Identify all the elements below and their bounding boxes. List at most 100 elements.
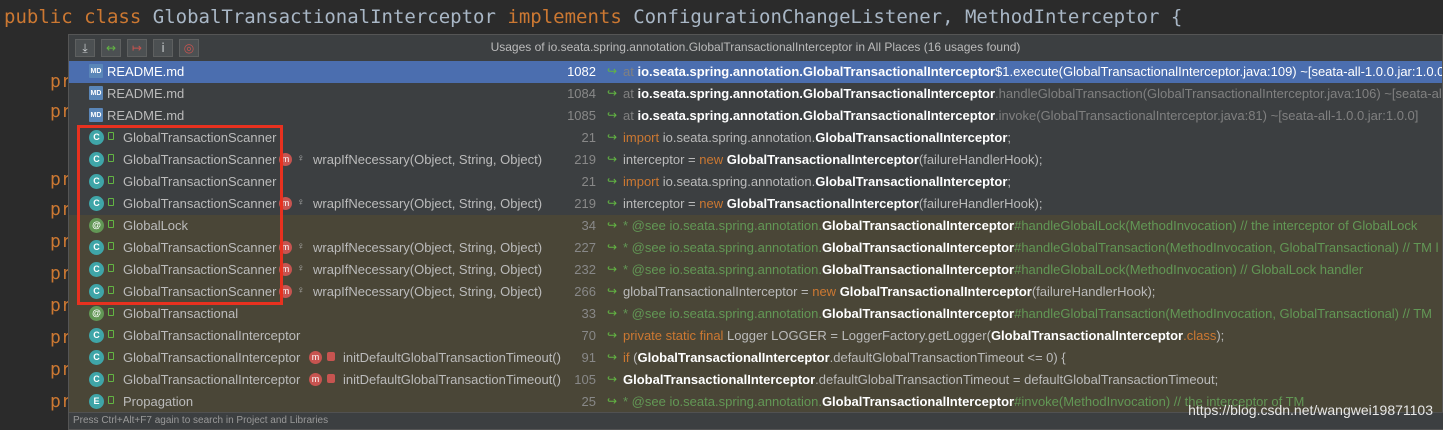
snippet-fragment: GlobalTransactionalInterceptor (821, 218, 1015, 233)
class-name: GlobalTransactionalInterceptor (152, 6, 496, 28)
usages-popup[interactable]: ⤓ ↔ ↦ i ◎ Usages of io.seata.spring.annotati… (68, 34, 1443, 430)
usage-row[interactable]: C GlobalTransactionScanner m ♀ wrapIfNecessa… (69, 281, 1442, 303)
snippet-fragment: ; (1007, 174, 1012, 189)
method-icon: m (279, 241, 292, 254)
usage-file-name: GlobalTransactionScanner (123, 196, 277, 211)
snippet-fragment: at (623, 86, 638, 101)
usage-file-name: GlobalTransactionScanner (123, 240, 277, 255)
usage-row[interactable]: C GlobalTransactionScanner m ♀ wrapIfNecessa… (69, 237, 1442, 259)
usage-code-snippet: * @see io.seata.spring.annotation.Global… (623, 306, 1442, 321)
public-access-icon (108, 330, 114, 338)
method-icon: m (279, 153, 292, 166)
snippet-fragment: GlobalTransactionalInterceptor (990, 328, 1184, 343)
snippet-fragment: .class (1183, 328, 1217, 343)
interfaces-list: ConfigurationChangeListener, MethodInter… (633, 6, 1183, 28)
usage-arrow-icon: ↪ (607, 372, 618, 386)
usage-arrow-icon: ↪ (607, 394, 618, 408)
snippet-fragment: interceptor = (623, 196, 700, 211)
usage-arrow-icon: ↪ (607, 262, 618, 276)
usage-arrow-icon: ↪ (607, 152, 618, 166)
visibility-icon: ♀ (297, 197, 305, 208)
visibility-icon: ♀ (297, 263, 305, 274)
class-icon: C (89, 130, 104, 145)
usage-code-snippet: GlobalTransactionalInterceptor.defaultGl… (623, 372, 1442, 387)
class-icon: C (89, 240, 104, 255)
usage-code-snippet: import io.seata.spring.annotation.Global… (623, 130, 1442, 145)
keyword-implements: implements (507, 6, 622, 28)
usage-line-number: 25 (581, 394, 596, 409)
class-icon: C (89, 284, 104, 299)
usage-file-name: GlobalTransactionScanner (123, 152, 277, 167)
snippet-fragment: * @see io.seata.spring.annotation. (623, 262, 822, 277)
snippet-fragment: GlobalTransactionalInterceptor (637, 350, 830, 365)
usage-file-name: GlobalTransactional (123, 306, 239, 321)
snippet-fragment: at (623, 108, 638, 123)
usage-row[interactable]: C GlobalTransactionScanner m ♀ wrapIfNecessa… (69, 149, 1442, 171)
snippet-fragment: GlobalTransactionalInterceptor (821, 306, 1015, 321)
method-icon: m (279, 263, 292, 276)
usage-row[interactable]: C GlobalTransactionalInterceptor m initDefa… (69, 347, 1442, 369)
markdown-file-icon: MD (89, 108, 103, 122)
usage-row[interactable]: C GlobalTransactionalInterceptor m initDefa… (69, 369, 1442, 391)
usage-row[interactable]: C GlobalTransactionScanner m ♀ wrapIfNecessa… (69, 193, 1442, 215)
private-lock-icon (327, 352, 335, 361)
private-lock-icon (327, 374, 335, 383)
usage-row[interactable]: C GlobalTransactionScanner m ♀ wrapIfNecessa… (69, 259, 1442, 281)
usage-code-snippet: * @see io.seata.spring.annotation.Global… (623, 218, 1442, 233)
snippet-fragment: ); (1216, 328, 1225, 343)
usage-line-number: 21 (581, 174, 596, 189)
annotation-icon: @ (89, 218, 104, 233)
usage-row[interactable]: MD README.md 1082 ↪ at io.seata.spring.annot… (69, 61, 1442, 83)
snippet-fragment: Logger LOGGER = LoggerFactory.getLogger( (727, 328, 991, 343)
snippet-fragment: io.seata.spring.annotation. (662, 174, 816, 189)
usage-file-name: GlobalTransactionalInterceptor (123, 328, 301, 343)
usage-row[interactable]: C GlobalTransactionScanner 21 ↪ import io.se… (69, 127, 1442, 149)
usage-row[interactable]: C GlobalTransactionalInterceptor 70 ↪ privat… (69, 325, 1442, 347)
snippet-fragment: .defaultGlobalTransactionTimeout = defau… (815, 372, 1219, 387)
usage-file-name: GlobalTransactionScanner (123, 130, 277, 145)
usage-method-name: wrapIfNecessary(Object, String, Object) (313, 240, 543, 255)
usage-arrow-icon: ↪ (607, 174, 618, 188)
public-access-icon (108, 242, 114, 250)
usage-row[interactable]: MD README.md 1085 ↪ at io.seata.spring.annot… (69, 105, 1442, 127)
usage-file-name: README.md (107, 86, 185, 101)
public-access-icon (108, 396, 114, 404)
usages-list[interactable]: MD README.md 1082 ↪ at io.seata.spring.annot… (69, 61, 1442, 413)
snippet-fragment: GlobalTransactionalInterceptor (821, 262, 1015, 277)
usage-code-snippet: interceptor = new GlobalTransactionalInt… (623, 196, 1442, 211)
public-access-icon (108, 308, 114, 316)
snippet-fragment: GlobalTransactionalInterceptor (623, 372, 816, 387)
public-access-icon (108, 220, 114, 228)
usage-code-snippet: if (GlobalTransactionalInterceptor.defau… (623, 350, 1442, 365)
usage-line-number: 91 (581, 350, 596, 365)
usage-file-name: README.md (107, 64, 185, 79)
usage-arrow-icon: ↪ (607, 350, 618, 364)
class-icon: C (89, 372, 104, 387)
method-icon: m (309, 351, 322, 364)
markdown-file-icon: MD (89, 64, 103, 78)
snippet-fragment: (failureHandlerHook); (1031, 284, 1156, 299)
snippet-fragment: #handleGlobalTransaction(MethodInvocatio… (1014, 240, 1439, 255)
snippet-fragment: import (623, 130, 663, 145)
snippet-fragment: new (812, 284, 840, 299)
keyword-class: class (84, 6, 142, 28)
visibility-icon: ♀ (297, 153, 305, 164)
usage-method-name: wrapIfNecessary(Object, String, Object) (313, 152, 543, 167)
usage-row[interactable]: @ GlobalTransactional 33 ↪ * @see io.seata.s… (69, 303, 1442, 325)
snippet-fragment: (failureHandlerHook); (918, 196, 1043, 211)
usage-code-snippet: * @see io.seata.spring.annotation.Global… (623, 240, 1442, 255)
usage-file-name: README.md (107, 108, 185, 123)
usage-arrow-icon: ↪ (607, 86, 618, 100)
snippet-fragment: * @see io.seata.spring.annotation. (623, 394, 822, 409)
public-access-icon (108, 176, 114, 184)
method-icon: m (279, 197, 292, 210)
usage-row[interactable]: @ GlobalLock 34 ↪ * @see io.seata.spring.ann… (69, 215, 1442, 237)
usage-row[interactable]: MD README.md 1084 ↪ at io.seata.spring.annot… (69, 83, 1442, 105)
popup-title: Usages of io.seata.spring.annotation.Glo… (490, 40, 1021, 54)
usage-row[interactable]: C GlobalTransactionScanner 21 ↪ import io.se… (69, 171, 1442, 193)
usage-line-number: 105 (574, 372, 596, 387)
public-access-icon (108, 352, 114, 360)
snippet-fragment: at (623, 64, 638, 79)
usage-file-name: GlobalTransactionScanner (123, 262, 277, 277)
snippet-fragment: GlobalTransactionalInterceptor (839, 284, 1032, 299)
